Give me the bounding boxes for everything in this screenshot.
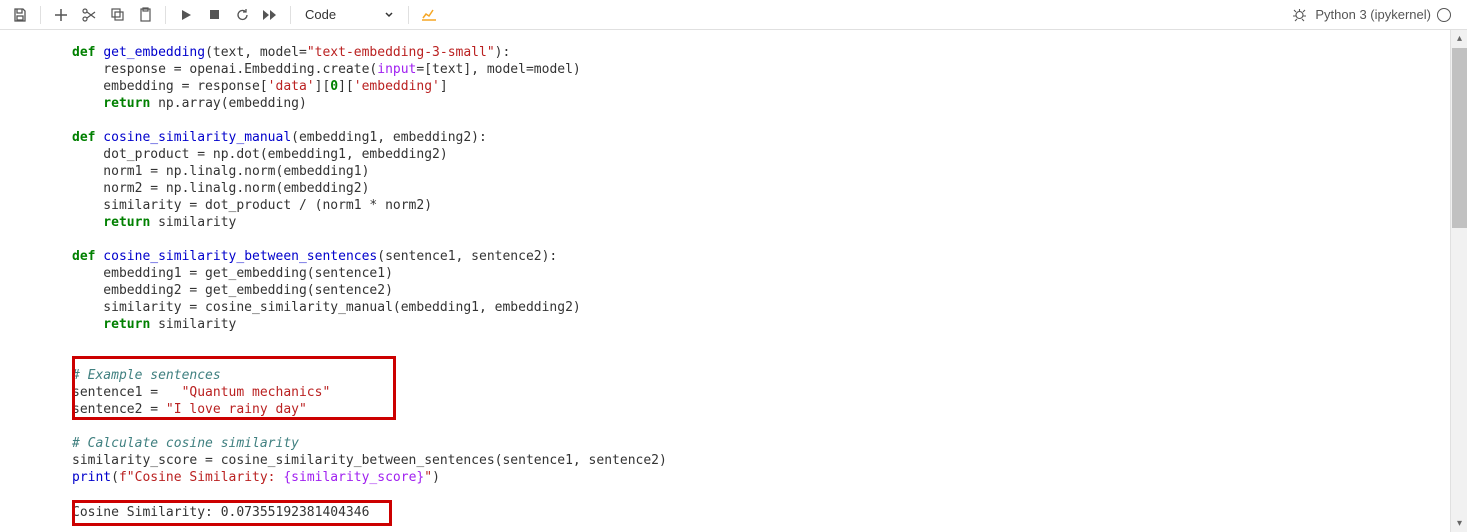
fast-forward-icon (262, 8, 278, 22)
debugger-button[interactable] (1287, 3, 1311, 27)
chart-line-icon (421, 8, 437, 22)
restart-run-all-button[interactable] (258, 3, 282, 27)
chevron-down-icon (384, 10, 394, 20)
bug-icon (1292, 7, 1307, 22)
clipboard-icon (138, 7, 153, 22)
copy-button[interactable] (105, 3, 129, 27)
play-icon (179, 8, 193, 22)
notebook-toolbar: Code Python 3 (ipykernel) (0, 0, 1467, 30)
stop-icon (208, 8, 221, 21)
save-button[interactable] (8, 3, 32, 27)
restart-icon (235, 7, 250, 22)
scroll-down-arrow[interactable]: ▾ (1452, 515, 1467, 532)
scroll-thumb[interactable] (1452, 48, 1467, 228)
output-text: Cosine Similarity: 0.07355192381404346 (72, 505, 369, 520)
kernel-name: Python 3 (ipykernel) (1315, 7, 1431, 22)
copy-icon (110, 7, 125, 22)
cut-button[interactable] (77, 3, 101, 27)
kernel-status-icon (1437, 8, 1451, 22)
run-button[interactable] (174, 3, 198, 27)
scroll-up-arrow[interactable]: ▴ (1452, 30, 1467, 47)
save-icon (12, 7, 28, 23)
paste-button[interactable] (133, 3, 157, 27)
plus-icon (54, 8, 68, 22)
code-cell[interactable]: def get_embedding(text, model="text-embe… (72, 30, 1447, 521)
kernel-indicator[interactable]: Python 3 (ipykernel) (1315, 7, 1459, 22)
add-cell-button[interactable] (49, 3, 73, 27)
vertical-scrollbar[interactable]: ▴ ▾ (1450, 30, 1467, 532)
scissors-icon (81, 7, 97, 23)
code-editor[interactable]: def get_embedding(text, model="text-embe… (72, 44, 1447, 486)
render-button[interactable] (417, 3, 441, 27)
cell-type-label: Code (305, 7, 336, 22)
cell-output: Cosine Similarity: 0.07355192381404346 (72, 504, 1447, 521)
restart-button[interactable] (230, 3, 254, 27)
cell-type-dropdown[interactable]: Code (299, 5, 400, 24)
stop-button[interactable] (202, 3, 226, 27)
notebook-content: def get_embedding(text, model="text-embe… (0, 30, 1467, 532)
